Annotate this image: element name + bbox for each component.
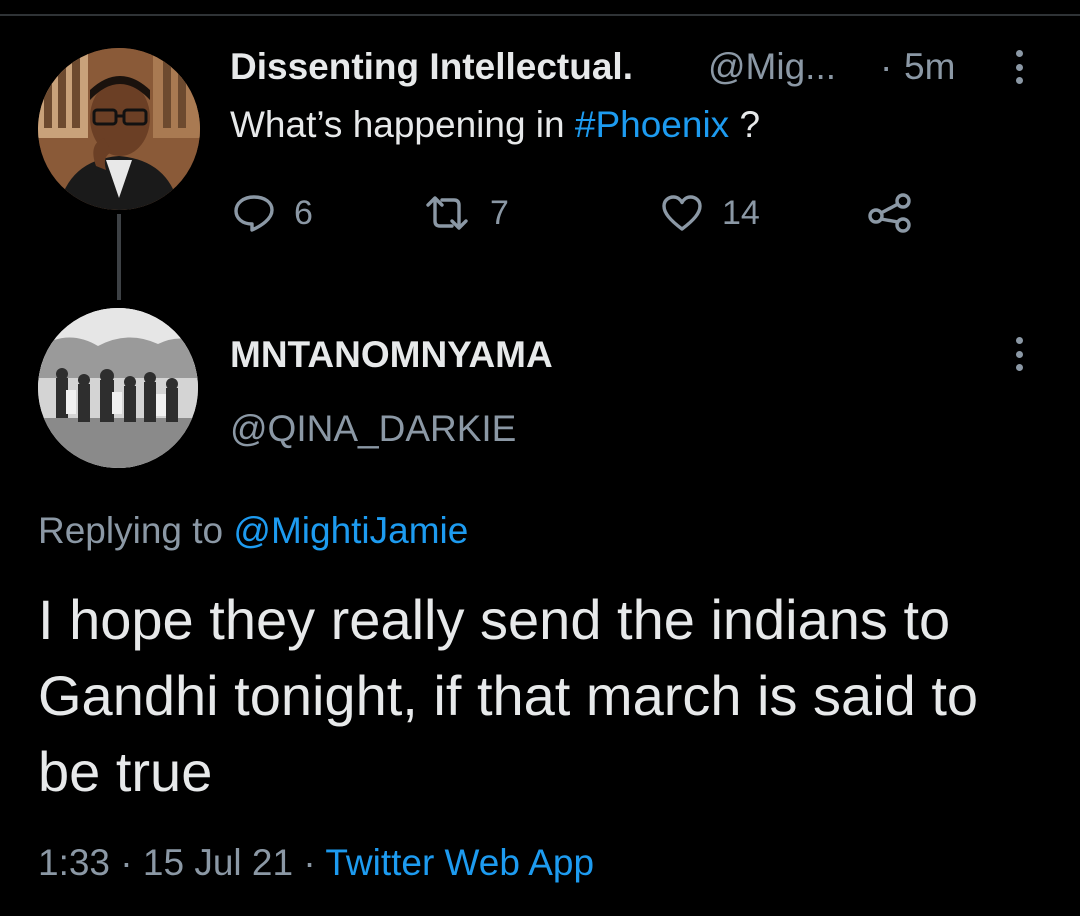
parent-text-prefix: What’s happening in [230, 104, 575, 145]
tweet-date[interactable]: 15 Jul 21 [143, 842, 293, 883]
parent-header: Dissenting Intellectual. @Mig... · 5m [230, 42, 1050, 94]
tweet-time[interactable]: 1:33 [38, 842, 110, 883]
reply-display-name[interactable]: MNTANOMNYAMA [230, 334, 553, 376]
profile-photo-icon [38, 48, 200, 210]
hashtag-link[interactable]: #Phoenix [575, 104, 729, 145]
retweet-count: 7 [490, 193, 509, 232]
tweet-actions: 6 7 14 [232, 190, 952, 236]
replying-to-mention[interactable]: @MightiJamie [233, 510, 468, 551]
meta-space-2 [293, 842, 303, 883]
parent-handle[interactable]: @Mig... [708, 46, 836, 88]
parent-timestamp[interactable]: 5m [904, 46, 955, 88]
parent-avatar[interactable] [38, 48, 200, 210]
parent-display-name[interactable]: Dissenting Intellectual. [230, 46, 633, 88]
replying-prefix: Replying to [38, 510, 234, 551]
share-button[interactable] [866, 190, 914, 236]
parent-tweet-text: What’s happening in #Phoenix ? [230, 104, 760, 146]
reply-button[interactable]: 6 [232, 190, 313, 236]
reply-avatar[interactable] [38, 308, 198, 468]
retweet-button[interactable]: 7 [422, 190, 509, 236]
like-count: 14 [722, 193, 760, 232]
meta-separator-dot-1: · [120, 842, 133, 883]
reply-tweet-text: I hope they really send the indians to G… [38, 588, 979, 803]
like-button[interactable]: 14 [660, 190, 760, 236]
tweet-meta: 1:33 · 15 Jul 21 · Twitter Web App [38, 842, 594, 884]
meta-space-1 [133, 842, 143, 883]
heart-icon [662, 195, 702, 231]
parent-separator: · [880, 46, 893, 87]
reply-handle[interactable]: @QINA_DARKIE [230, 408, 516, 450]
tweet-source-link[interactable]: Twitter Web App [325, 842, 594, 883]
reply-icon [234, 195, 274, 232]
reply-count: 6 [294, 193, 313, 232]
meta-separator-dot-2: · [303, 842, 316, 883]
profile-photo-icon [38, 308, 198, 468]
reply-more-options-icon[interactable] [1016, 337, 1024, 371]
thread-line [117, 214, 121, 300]
meta-space-3 [316, 842, 326, 883]
parent-text-suffix: ? [729, 104, 761, 145]
top-divider [0, 14, 1080, 16]
meta-separator-1 [110, 842, 120, 883]
retweet-icon [426, 196, 468, 230]
replying-to-line: Replying to @MightiJamie [38, 510, 468, 552]
share-icon [868, 193, 911, 233]
parent-more-options-icon[interactable] [1016, 50, 1024, 84]
